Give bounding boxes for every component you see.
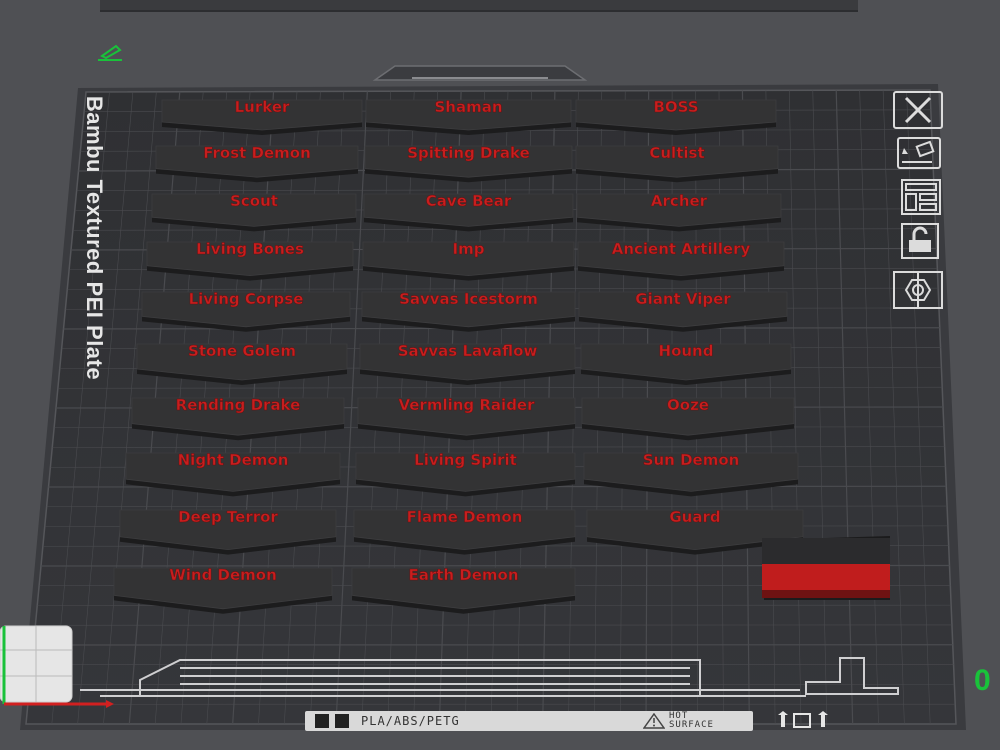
tile-label: Guard	[669, 508, 720, 526]
tile-grid: Lurker Shaman BOSS Frost Demon Spitting Drak…	[113, 98, 804, 614]
plate-name-label: Bambu Textured PEI Plate	[82, 95, 107, 381]
plate-info-bar: PLA/ABS/PETG HOT SURFACE	[305, 711, 753, 731]
tile-label: Scout	[230, 192, 278, 210]
tile-label: Living Corpse	[189, 290, 304, 308]
build-plate-viewport[interactable]: Lurker Shaman BOSS Frost Demon Spitting Drak…	[0, 0, 1000, 750]
tile-label: Deep Terror	[178, 508, 278, 526]
close-icon[interactable]	[892, 90, 944, 130]
tile-label: Night Demon	[178, 451, 289, 469]
tile-label: Archer	[651, 192, 708, 210]
tile-label: Hound	[659, 342, 714, 360]
settings-hexagon-icon[interactable]	[892, 270, 944, 310]
tile-label: Shaman	[434, 98, 502, 116]
tile-label: Ooze	[667, 396, 709, 414]
unlock-icon[interactable]	[892, 222, 944, 262]
tile-label: Cave Bear	[426, 192, 512, 210]
auto-orient-icon[interactable]	[892, 134, 944, 174]
arrange-icon[interactable]	[892, 178, 944, 218]
tile-label: Spitting Drake	[407, 144, 530, 162]
pencil-icon[interactable]	[96, 40, 126, 64]
material-label: PLA/ABS/PETG	[361, 714, 460, 728]
tile-label: BOSS	[653, 98, 698, 116]
tile-label: Living Bones	[196, 240, 304, 258]
hot-label-line2: SURFACE	[669, 720, 714, 730]
plate-corner-icons	[778, 711, 828, 728]
axis-value: 0	[974, 664, 991, 697]
top-toolbar[interactable]	[100, 0, 858, 12]
hot-surface-label: HOT SURFACE	[669, 712, 749, 730]
tile-label: Frost Demon	[203, 144, 311, 162]
tile-label: Savvas Lavaflow	[398, 342, 538, 360]
warning-icon	[643, 713, 665, 729]
tile-label: Vermling Raider	[398, 396, 535, 414]
tile-label: Savvas Icestorm	[399, 290, 538, 308]
tile-label: Ancient Artillery	[612, 240, 751, 258]
tile-label: Earth Demon	[408, 566, 518, 584]
tile-label: Wind Demon	[169, 566, 277, 584]
tile-label: Sun Demon	[643, 451, 740, 469]
tile-label: Living Spirit	[414, 451, 517, 469]
tile-label: Rending Drake	[176, 396, 301, 414]
tile-label: Lurker	[235, 98, 290, 116]
tile-label: Imp	[453, 240, 485, 258]
plate-type-icon	[335, 714, 349, 728]
plate-layout-icon	[315, 714, 329, 728]
tile-label: Giant Viper	[635, 290, 731, 308]
tile-label: Flame Demon	[407, 508, 523, 526]
tile-label: Cultist	[649, 144, 704, 162]
color-sample-block[interactable]	[762, 536, 890, 600]
tile-label: Stone Golem	[188, 342, 296, 360]
